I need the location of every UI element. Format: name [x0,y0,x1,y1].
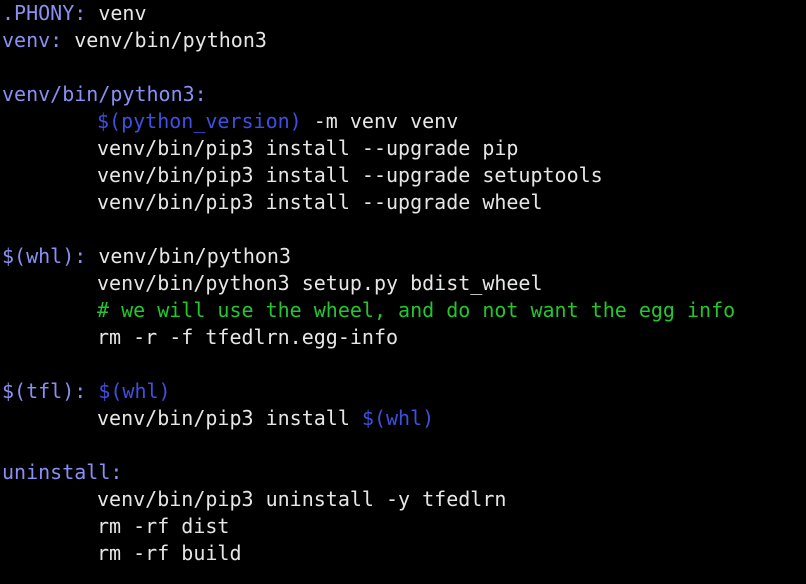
code-text: venv/bin/pip3 uninstall -y tfedlrn [97,487,507,511]
makefile-target: $(whl): [2,244,87,268]
makefile-target: uninstall: [2,460,123,484]
code-line: rm -rf dist [2,513,229,540]
code-text: rm -rf build [97,541,242,565]
code-line: venv: venv/bin/python3 [2,27,267,54]
code-comment: # we will use the wheel, and do not want… [97,298,736,322]
make-variable: $(python_version) [97,109,302,133]
code-line: # we will use the wheel, and do not want… [2,297,735,324]
makefile-target: venv: [2,28,63,52]
code-line: $(whl): venv/bin/python3 [2,243,291,270]
makefile-target: venv/bin/python3: [2,82,207,106]
make-variable: $(whl) [361,406,435,430]
code-text: venv/bin/python3 [62,28,267,52]
code-line: venv/bin/pip3 install --upgrade setuptoo… [2,162,603,189]
code-line: uninstall: [2,459,122,486]
code-line: venv/bin/python3: [2,81,207,108]
terminal-window: .PHONY: venv venv: venv/bin/python3 venv/b… [0,0,806,584]
code-line: venv/bin/python3 setup.py bdist_wheel [2,270,543,297]
code-line: rm -r -f tfedlrn.egg-info [2,324,398,351]
code-text: venv/bin/pip3 install --upgrade wheel [97,190,543,214]
code-text: rm -r -f tfedlrn.egg-info [97,325,399,349]
code-line: $(python_version) -m venv venv [2,108,458,135]
code-text: venv [86,1,147,25]
makefile-target: .PHONY: [2,1,87,25]
code-line: .PHONY: venv [2,0,147,27]
code-line: venv/bin/pip3 uninstall -y tfedlrn [2,486,506,513]
code-text: venv/bin/pip3 install --upgrade pip [97,136,519,160]
code-line: venv/bin/pip3 install --upgrade pip [2,135,518,162]
makefile-target: $(tfl): [2,379,87,403]
code-text: rm -rf dist [97,514,230,538]
code-line: venv/bin/pip3 install $(whl) [2,405,434,432]
code-text: venv/bin/pip3 install [97,406,362,430]
code-text: venv/bin/python3 setup.py bdist_wheel [97,271,543,295]
code-line: venv/bin/pip3 install --upgrade wheel [2,189,543,216]
code-line: $(tfl): $(whl) [2,378,171,405]
code-line: rm -rf build [2,540,242,567]
code-text: venv/bin/pip3 install --upgrade setuptoo… [97,163,603,187]
code-text: -m venv venv [301,109,459,133]
code-text: venv/bin/python3 [86,244,291,268]
make-variable: $(whl) [98,379,171,403]
